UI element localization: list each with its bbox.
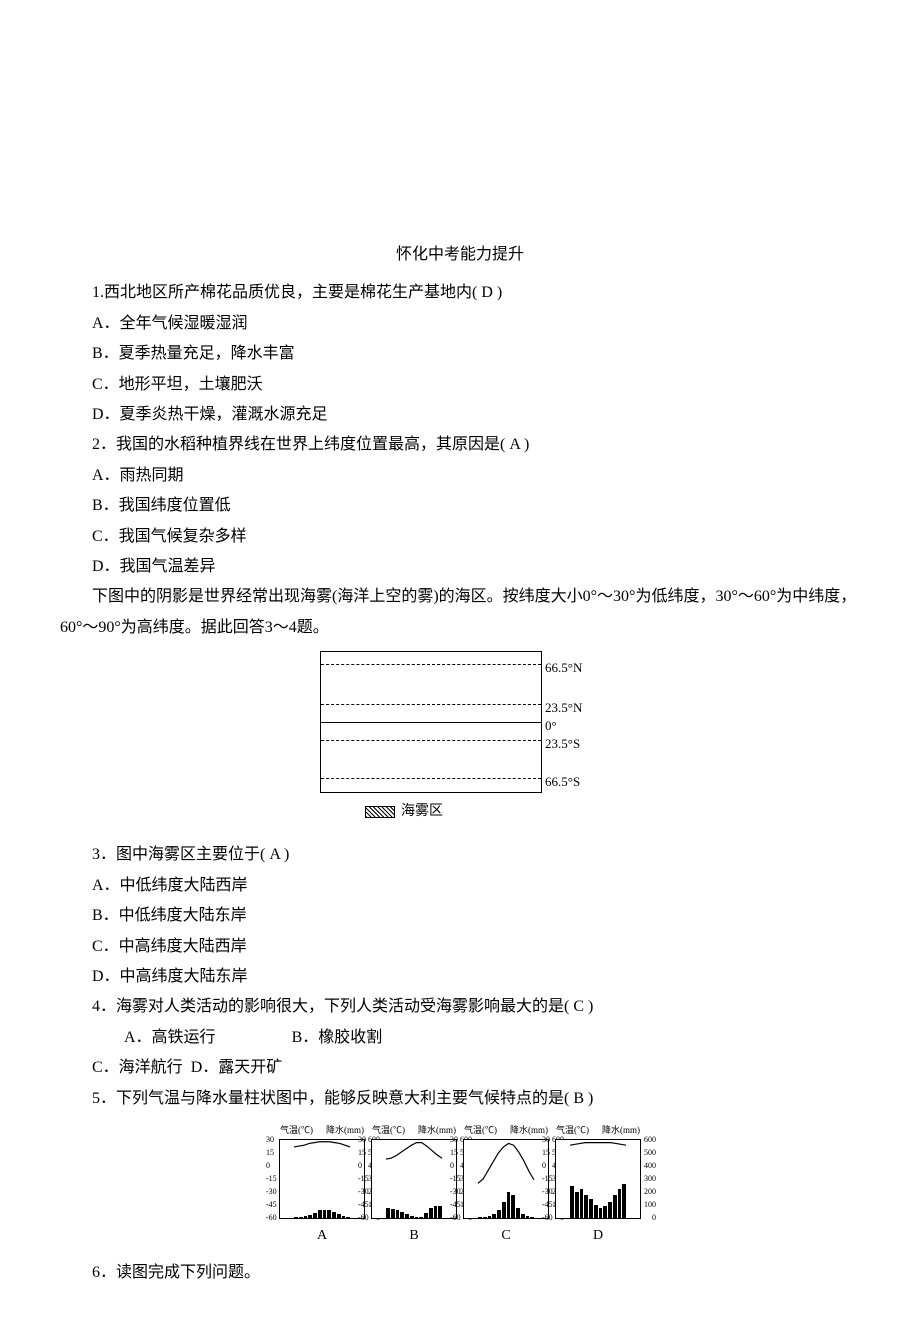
climate-chart-a: 气温(℃)降水(mm)30150-15-30-45-60600500400300…: [278, 1122, 366, 1250]
q3-option-d: D．中高纬度大陆东岸: [60, 962, 860, 992]
climate-letter: B: [370, 1223, 458, 1250]
q3-option-a: A．中低纬度大陆西岸: [60, 871, 860, 901]
climate-chart-b: 气温(℃)降水(mm)30150-15-30-45-60600500400300…: [370, 1122, 458, 1250]
q4-option-a: A．高铁运行: [92, 1023, 216, 1053]
q4-stem: 4．海雾对人类活动的影响很大，下列人类活动受海雾影响最大的是( C ): [60, 992, 860, 1022]
climate-chart-c: 气温(℃)降水(mm)30150-15-30-45-60600500400300…: [462, 1122, 550, 1250]
q2-option-c: C．我国气候复杂多样: [60, 522, 860, 552]
climate-letter: A: [278, 1223, 366, 1250]
q4-option-b: B．橡胶收割: [260, 1023, 383, 1053]
page-title: 怀化中考能力提升: [60, 240, 860, 270]
climate-chart-d: 气温(℃)降水(mm)30150-15-30-45-60600500400300…: [554, 1122, 642, 1250]
world-map-figure: 66.5°N 23.5°N 0° 23.5°S 66.5°S 海雾区: [60, 651, 860, 832]
q5-stem: 5．下列气温与降水量柱状图中，能够反映意大利主要气候特点的是( B ): [60, 1084, 860, 1114]
passage-1: 下图中的阴影是世界经常出现海雾(海洋上空的雾)的海区。按纬度大小0°～30°为低…: [60, 582, 860, 643]
q3-option-b: B．中低纬度大陆东岸: [60, 901, 860, 931]
q1-option-d: D．夏季炎热干燥，灌溉水源充足: [60, 400, 860, 430]
lat-label-1: 66.5°N: [545, 656, 582, 681]
map-outline: [320, 651, 542, 793]
q2-option-d: D．我国气温差异: [60, 552, 860, 582]
q2-stem: 2．我国的水稻种植界线在世界上纬度位置最高，其原因是( A ): [60, 430, 860, 460]
q4-option-d: D．露天开矿: [191, 1059, 283, 1076]
q4-row-1: A．高铁运行 B．橡胶收割: [60, 1023, 860, 1053]
sea-fog-map: 66.5°N 23.5°N 0° 23.5°S 66.5°S 海雾区: [320, 651, 600, 821]
q3-stem: 3．图中海雾区主要位于( A ): [60, 840, 860, 870]
q1-option-c: C．地形平坦，土壤肥沃: [60, 370, 860, 400]
q1-option-b: B．夏季热量充足，降水丰富: [60, 339, 860, 369]
q6-stem: 6．读图完成下列问题。: [60, 1258, 860, 1288]
q1-option-a: A．全年气候湿暖湿润: [60, 309, 860, 339]
legend-label: 海雾区: [401, 804, 443, 819]
lat-label-5: 66.5°S: [545, 770, 580, 795]
legend-swatch-icon: [365, 806, 395, 818]
map-legend: 海雾区: [365, 799, 443, 826]
q3-option-c: C．中高纬度大陆西岸: [60, 932, 860, 962]
climate-charts: 气温(℃)降水(mm)30150-15-30-45-60600500400300…: [60, 1122, 860, 1250]
climate-letter: D: [554, 1223, 642, 1250]
q4-option-c: C．海洋航行: [92, 1059, 183, 1076]
climate-letter: C: [462, 1223, 550, 1250]
q2-option-a: A．雨热同期: [60, 461, 860, 491]
q1-stem: 1.西北地区所产棉花品质优良，主要是棉花生产基地内( D ): [60, 278, 860, 308]
lat-label-4: 23.5°S: [545, 732, 580, 757]
q2-option-b: B．我国纬度位置低: [60, 491, 860, 521]
q4-row-2: C．海洋航行 D．露天开矿: [60, 1053, 860, 1083]
